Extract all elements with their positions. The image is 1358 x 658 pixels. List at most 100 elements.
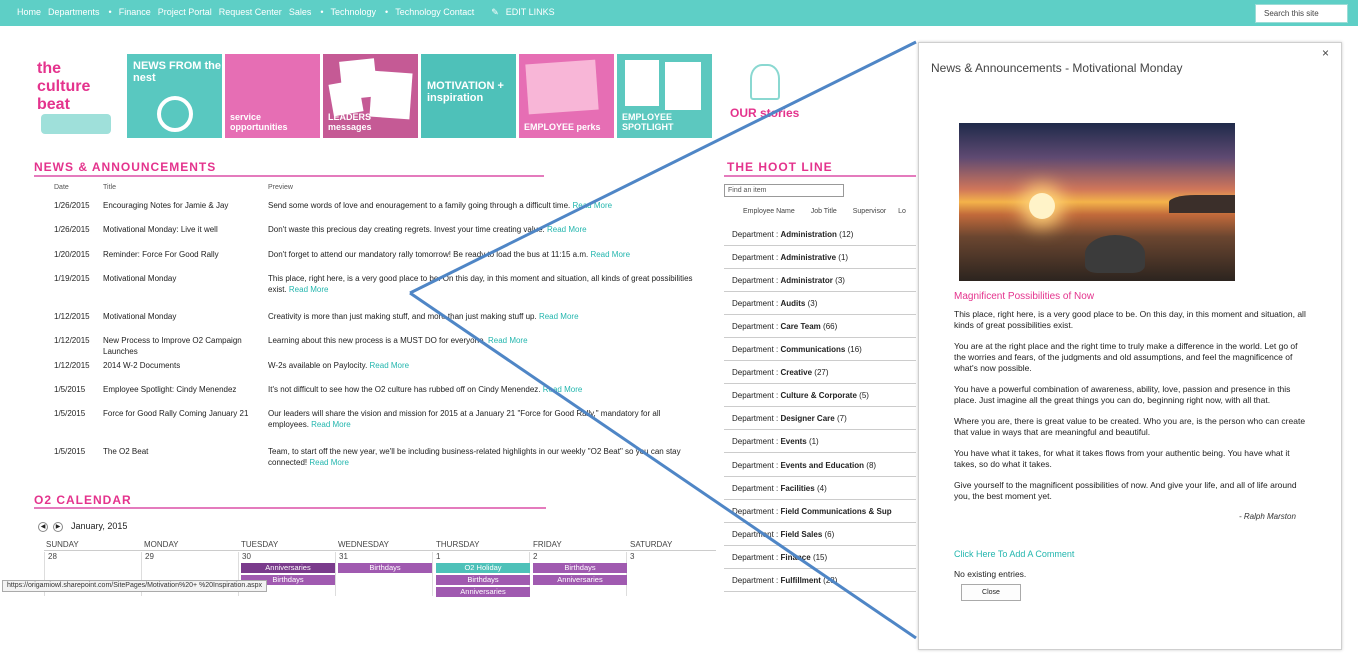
read-more-link[interactable]: Read More <box>590 250 630 259</box>
dept-row[interactable]: Department : Field Communications & Sup <box>724 501 916 523</box>
read-more-link[interactable]: Read More <box>488 336 528 345</box>
edit-links[interactable]: EDIT LINKS <box>506 7 555 18</box>
col-job-title[interactable]: Job Title <box>811 208 837 215</box>
global-nav: Home Departments • Finance Project Porta… <box>17 7 562 18</box>
dept-row[interactable]: Department : Communications (16) <box>724 339 916 361</box>
article-body: This place, right here, is a very good p… <box>954 309 1306 512</box>
banner-tile-leaders[interactable]: LEADERS' messages <box>323 54 418 138</box>
day-header: TUESDAY <box>241 540 279 549</box>
calendar-event[interactable]: Birthdays <box>338 563 432 573</box>
close-button[interactable]: Close <box>961 584 1021 601</box>
divider <box>34 507 546 509</box>
article-paragraph: This place, right here, is a very good p… <box>954 309 1306 330</box>
nav-sales[interactable]: Sales <box>289 7 312 18</box>
calendar-cell[interactable]: 31 <box>335 552 432 596</box>
status-bar-url: https://origamiowl.sharepoint.com/SitePa… <box>2 580 268 592</box>
dept-row[interactable]: Department : Events and Education (8) <box>724 455 916 477</box>
dept-row[interactable]: Department : Finance (15) <box>724 547 916 569</box>
calendar-event[interactable]: O2 Holiday <box>436 563 530 573</box>
dept-row[interactable]: Department : Administration (12) <box>724 224 916 246</box>
col-preview[interactable]: Preview <box>268 184 293 191</box>
dept-row[interactable]: Department : Care Team (66) <box>724 316 916 338</box>
dept-row[interactable]: Department : Creative (27) <box>724 362 916 384</box>
close-icon[interactable]: × <box>1322 46 1329 60</box>
banner-tile-spotlight[interactable]: EMPLOYEE SPOTLIGHT <box>617 54 712 138</box>
calendar-event[interactable]: Birthdays <box>436 575 530 585</box>
read-more-link[interactable]: Read More <box>311 420 351 429</box>
egg-icon <box>157 96 193 132</box>
banner-tile-service[interactable]: service opportunities <box>225 54 320 138</box>
read-more-link[interactable]: Read More <box>547 225 587 234</box>
next-month-icon[interactable]: ▶ <box>53 522 63 532</box>
divider <box>34 175 544 177</box>
nav-technology[interactable]: Technology <box>330 7 376 18</box>
banner-tile-perks[interactable]: EMPLOYEE perks <box>519 54 614 138</box>
article-paragraph: Where you are, there is great value to b… <box>954 416 1306 437</box>
dept-row[interactable]: Department : Audits (3) <box>724 293 916 315</box>
dept-row[interactable]: Department : Designer Care (7) <box>724 408 916 430</box>
dept-row[interactable]: Department : Culture & Corporate (5) <box>724 385 916 407</box>
dept-row[interactable]: Department : Events (1) <box>724 431 916 453</box>
dept-row[interactable]: Department : Field Sales (6) <box>724 524 916 546</box>
calendar-event[interactable]: Anniversaries <box>241 563 335 573</box>
nav-request-center[interactable]: Request Center <box>219 7 282 18</box>
dept-row[interactable]: Department : Facilities (4) <box>724 478 916 500</box>
read-more-link[interactable]: Read More <box>543 385 583 394</box>
article-author: - Ralph Marston <box>1239 512 1296 521</box>
calendar-event[interactable]: Anniversaries <box>533 575 627 585</box>
nav-dot-icon: • <box>385 7 389 17</box>
banner-tile-nest[interactable]: NEWS FROM the nest <box>127 54 222 138</box>
article-heading: Magnificent Possibilities of Now <box>954 291 1095 302</box>
day-header: SATURDAY <box>630 540 673 549</box>
article-paragraph: You are at the right place and the right… <box>954 341 1298 373</box>
read-more-link[interactable]: Read More <box>539 312 579 321</box>
col-location[interactable]: Lo <box>898 208 906 215</box>
day-header: WEDNESDAY <box>338 540 389 549</box>
banner-tiles: NEWS FROM the nest service opportunities… <box>127 54 713 138</box>
culture-beat-logo: the culture beat <box>27 54 122 138</box>
nav-finance[interactable]: Finance <box>119 7 151 18</box>
hoot-section-title: THE HOOT LINE <box>727 160 833 174</box>
day-header: MONDAY <box>144 540 179 549</box>
find-item-input[interactable]: Find an item <box>724 184 844 197</box>
calendar-section-title: O2 CALENDAR <box>34 493 132 507</box>
divider <box>44 550 716 551</box>
dept-row[interactable]: Department : Administrator (3) <box>724 270 916 292</box>
no-entries-text: No existing entries. <box>954 569 1027 579</box>
read-more-link[interactable]: Read More <box>572 201 612 210</box>
dept-row[interactable]: Department : Fulfillment (28) <box>724 570 916 592</box>
read-more-link[interactable]: Read More <box>289 285 329 294</box>
sun-icon <box>1029 193 1055 219</box>
day-header: FRIDAY <box>533 540 562 549</box>
calendar-cell[interactable]: 3 <box>626 552 716 596</box>
day-header: SUNDAY <box>46 540 79 549</box>
article-paragraph: Give yourself to the magnificent possibi… <box>954 480 1297 501</box>
hoot-col-headers: Employee Name Job Title Supervisor Lo <box>743 208 906 215</box>
dept-row[interactable]: Department : Administrative (1) <box>724 247 916 269</box>
search-input[interactable]: Search this site <box>1255 4 1348 23</box>
calendar-event[interactable]: Birthdays <box>533 563 627 573</box>
top-navigation-bar: Home Departments • Finance Project Porta… <box>0 0 1358 26</box>
read-more-link[interactable]: Read More <box>309 458 349 467</box>
calendar-event[interactable]: Anniversaries <box>436 587 530 597</box>
prev-month-icon[interactable]: ◀ <box>38 522 48 532</box>
calendar-month: January, 2015 <box>71 521 128 531</box>
nav-project-portal[interactable]: Project Portal <box>158 7 212 18</box>
banner-tile-motivation[interactable]: MOTIVATION + inspiration <box>421 54 516 138</box>
col-employee-name[interactable]: Employee Name <box>743 208 795 215</box>
modal-title: News & Announcements - Motivational Mond… <box>931 61 1183 75</box>
banner-tile-stories[interactable]: OUR stories <box>718 54 818 138</box>
col-supervisor[interactable]: Supervisor <box>853 208 886 215</box>
nav-departments[interactable]: Departments <box>48 7 100 18</box>
nav-home[interactable]: Home <box>17 7 41 18</box>
page: { "topnav":{ "items":["Home","Department… <box>0 0 1358 658</box>
pencil-icon: ✎ <box>491 7 499 17</box>
col-date[interactable]: Date <box>54 184 69 191</box>
news-modal-dialog: × News & Announcements - Motivational Mo… <box>918 42 1342 650</box>
add-comment-link[interactable]: Click Here To Add A Comment <box>954 549 1074 559</box>
col-title[interactable]: Title <box>103 184 116 191</box>
news-section-title: NEWS & ANNOUNCEMENTS <box>34 160 217 174</box>
read-more-link[interactable]: Read More <box>370 361 410 370</box>
nav-technology-contact[interactable]: Technology Contact <box>395 7 474 18</box>
calendar-cell[interactable]: 2 <box>529 552 626 596</box>
